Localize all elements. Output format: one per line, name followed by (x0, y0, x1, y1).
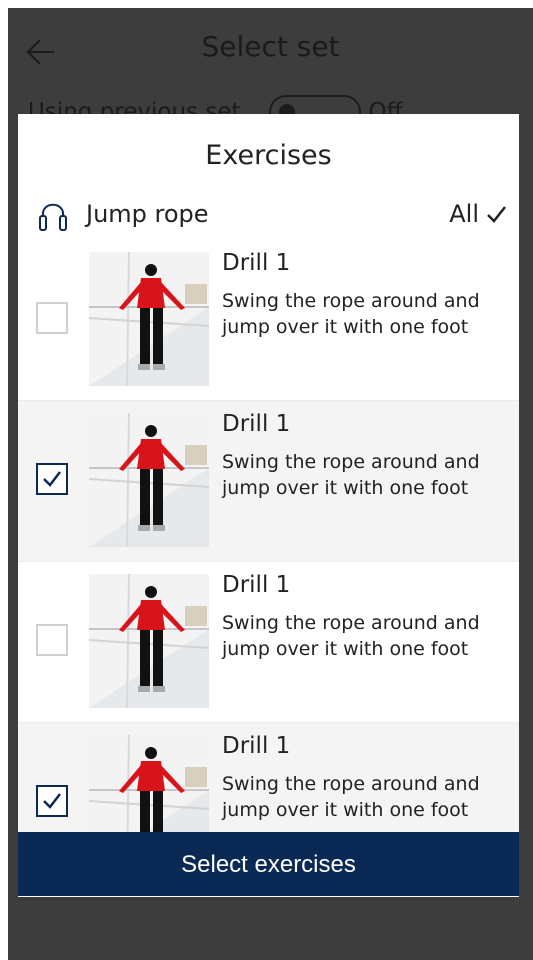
select-all-button[interactable]: All (449, 200, 507, 228)
item-description: Swing the rope around and jump over it w… (222, 451, 480, 499)
list-item[interactable]: Drill 1 Swing the rope around and jump o… (18, 240, 519, 401)
checkmark-icon (487, 206, 506, 223)
item-description: Swing the rope around and jump over it w… (222, 612, 480, 660)
exercise-thumbnail (89, 413, 209, 547)
list-item[interactable]: Drill 1 Swing the rope around and jump o… (18, 562, 519, 723)
jump-rope-icon (39, 203, 67, 231)
checkmark-icon (43, 471, 61, 487)
exercise-list: Drill 1 Swing the rope around and jump o… (18, 240, 519, 884)
item-title: Drill 1 (222, 572, 291, 598)
exercise-thumbnail (89, 252, 209, 386)
modal-title: Exercises (205, 140, 332, 171)
select-exercises-button[interactable]: Select exercises (18, 832, 519, 896)
item-checkbox[interactable] (36, 463, 68, 495)
item-title: Drill 1 (222, 411, 291, 437)
exercises-modal: Exercises Jump rope All Drill 1 Swing th… (18, 114, 519, 897)
item-description: Swing the rope around and jump over it w… (222, 773, 480, 821)
page-title: Select set (201, 30, 340, 63)
exercise-thumbnail (89, 574, 209, 708)
item-checkbox[interactable] (36, 302, 68, 334)
item-checkbox[interactable] (36, 785, 68, 817)
top-bar: Select set (8, 8, 533, 86)
item-checkbox[interactable] (36, 624, 68, 656)
checkmark-icon (43, 793, 61, 809)
select-all-label: All (449, 200, 479, 228)
item-title: Drill 1 (222, 250, 291, 276)
item-description: Swing the rope around and jump over it w… (222, 290, 480, 338)
exercise-group-row: Jump rope All (18, 190, 519, 241)
item-title: Drill 1 (222, 733, 291, 759)
group-label: Jump rope (86, 200, 209, 228)
list-item[interactable]: Drill 1 Swing the rope around and jump o… (18, 401, 519, 562)
